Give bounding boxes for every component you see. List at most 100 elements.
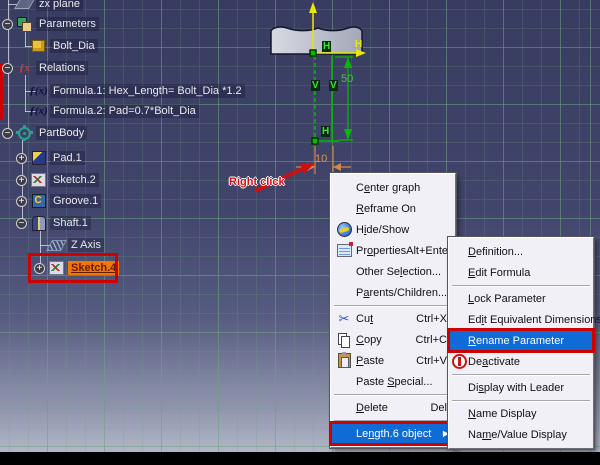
menu-item-name-display[interactable]: Name Display (450, 403, 592, 424)
tree-item-shaft-1[interactable]: − Shaft.1 (0, 214, 91, 232)
tree-item-pad-1[interactable]: + Pad.1 (0, 149, 85, 167)
menu-item-label: Paste (356, 355, 384, 367)
tree-item-relations[interactable]: − Relations (0, 59, 88, 77)
sketch-drawing (225, 0, 405, 200)
formula-icon (30, 83, 47, 100)
expand-plus-icon[interactable]: + (16, 153, 27, 164)
menu-item-label: Cut (356, 313, 373, 325)
menu-item-label: Center graph (356, 182, 420, 194)
h-constraint-bottom: H (321, 126, 330, 137)
deactivate-icon (450, 354, 468, 369)
menu-item-definition-[interactable]: Definition... (450, 241, 592, 262)
menu-item-label: Rename Parameter (468, 335, 564, 347)
tree-item-label[interactable]: Pad.1 (50, 151, 85, 165)
menu-item-label: Other Selection... (356, 266, 441, 278)
menu-item-label: Delete (356, 402, 388, 414)
shaft-icon (30, 215, 47, 232)
tree-item-label[interactable]: zx plane (36, 0, 83, 11)
menu-separator (452, 374, 590, 375)
properties-icon (332, 244, 356, 257)
menu-separator (452, 400, 590, 401)
tree-item-formula-1-hex-length-bolt-dia-1-2[interactable]: Formula.1: Hex_Length= Bolt_Dia *1.2 (0, 82, 245, 100)
tree-item-parameters[interactable]: − Parameters (0, 15, 99, 33)
paste-icon (332, 353, 356, 368)
menu-item-paste[interactable]: PasteCtrl+V (332, 350, 454, 371)
tree-item-label[interactable]: PartBody (36, 126, 87, 140)
tree-item-label[interactable]: Sketch.2 (50, 173, 99, 187)
menu-item-other-selection-[interactable]: Other Selection... (332, 261, 454, 282)
menu-item-cut[interactable]: CutCtrl+X (332, 308, 454, 329)
menu-item-length-6-object[interactable]: Length.6 object▶ (332, 423, 454, 444)
tree-item-label[interactable]: Formula.2: Pad=0.7*Bolt_Dia (50, 104, 199, 118)
menu-item-label: Properties (356, 245, 406, 257)
menu-separator (334, 394, 452, 395)
parameter-icon (30, 38, 47, 55)
axis-icon (48, 237, 65, 254)
menu-item-label: Lock Parameter (468, 293, 546, 305)
menu-item-edit-formula[interactable]: Edit Formula (450, 262, 592, 283)
bottom-bar (0, 452, 600, 465)
menu-item-reframe-on[interactable]: Reframe On (332, 198, 454, 219)
menu-item-rename-parameter[interactable]: Rename Parameter (450, 330, 592, 351)
context-menu: Center graph Reframe On Hide/Show Propertie… (330, 173, 456, 448)
menu-item-label: Reframe On (356, 203, 416, 215)
menu-item-label: Hide/Show (356, 224, 409, 236)
expand-plus-icon[interactable]: + (16, 175, 27, 186)
menu-item-lock-parameter[interactable]: Lock Parameter (450, 288, 592, 309)
copy-icon (332, 333, 356, 347)
menu-item-label: Deactivate (468, 356, 520, 368)
tree-item-label[interactable]: Bolt_Dia (50, 39, 98, 53)
v-constraint-right: V (329, 80, 338, 91)
cut-icon (332, 312, 356, 325)
tree-item-formula-2-pad-0-7-bolt-dia[interactable]: Formula.2: Pad=0.7*Bolt_Dia (0, 102, 199, 120)
plane-icon (16, 0, 33, 13)
menu-item-delete[interactable]: DeleteDel (332, 397, 454, 418)
menu-item-edit-equivalent-dimensions[interactable]: Edit Equivalent Dimensions (450, 309, 592, 330)
tree-item-label[interactable]: Relations (36, 61, 88, 75)
tree-item-label[interactable]: Formula.1: Hex_Length= Bolt_Dia *1.2 (50, 84, 245, 98)
formula-icon (30, 103, 47, 120)
menu-item-copy[interactable]: CopyCtrl+C (332, 329, 454, 350)
hide-show-icon (332, 222, 356, 237)
tree-item-zx-plane[interactable]: zx plane (0, 0, 83, 13)
menu-item-label: Length.6 object (356, 428, 431, 440)
parameters-icon (16, 16, 33, 33)
sketch-icon (30, 172, 47, 189)
menu-item-paste-special-[interactable]: Paste Special... (332, 371, 454, 392)
tree-item-partbody[interactable]: − PartBody (0, 124, 87, 142)
tree-item-sketch-2[interactable]: + Sketch.2 (0, 171, 99, 189)
collapse-minus-icon[interactable]: − (2, 19, 13, 30)
menu-item-label: Edit Formula (468, 267, 530, 279)
tree-item-bolt-dia[interactable]: Bolt_Dia (0, 37, 98, 55)
collapse-minus-icon[interactable]: − (2, 63, 13, 74)
tree-item-z-axis[interactable]: Z Axis (0, 236, 104, 254)
tree-item-label[interactable]: Parameters (36, 17, 99, 31)
menu-item-label: Edit Equivalent Dimensions (468, 314, 600, 326)
groove-icon (30, 193, 47, 210)
expand-plus-icon[interactable]: + (16, 196, 27, 207)
menu-item-deactivate[interactable]: Deactivate (450, 351, 592, 372)
menu-item-label: Name Display (468, 408, 536, 420)
width-dimension-value[interactable]: 10 (315, 154, 327, 165)
h-constraint-top: H (322, 41, 331, 52)
menu-item-label: Definition... (468, 246, 523, 258)
height-dimension-value[interactable]: 50 (341, 74, 353, 85)
menu-item-center-graph[interactable]: Center graph (332, 177, 454, 198)
height-dimension-line[interactable] (335, 57, 353, 140)
menu-item-properties[interactable]: PropertiesAlt+Enter (332, 240, 454, 261)
tree-item-label[interactable]: Z Axis (68, 238, 104, 252)
tree-item-label[interactable]: Groove.1 (50, 194, 101, 208)
menu-item-label: Paste Special... (356, 376, 432, 388)
parameter-submenu: Definition... Edit Formula Lock Parameter E… (448, 237, 594, 449)
collapse-minus-icon[interactable]: − (16, 218, 27, 229)
h-axis-label: H (355, 39, 362, 50)
tree-item-label[interactable]: Shaft.1 (50, 216, 91, 230)
menu-item-display-with-leader[interactable]: Display with Leader (450, 377, 592, 398)
menu-item-hide-show[interactable]: Hide/Show (332, 219, 454, 240)
menu-item-name-value-display[interactable]: Name/Value Display (450, 424, 592, 445)
collapse-minus-icon[interactable]: − (2, 128, 13, 139)
relations-icon (16, 60, 33, 77)
tree-item-groove-1[interactable]: + Groove.1 (0, 192, 101, 210)
menu-item-parents-children-[interactable]: Parents/Children... (332, 282, 454, 303)
menu-item-label: Copy (356, 334, 382, 346)
